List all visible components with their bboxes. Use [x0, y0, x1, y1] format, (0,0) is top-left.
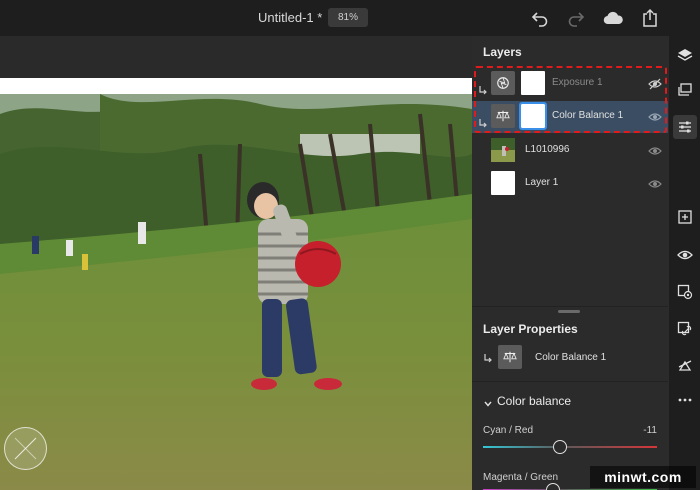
layers-panel-title: Layers — [483, 45, 522, 59]
more-icon[interactable] — [673, 388, 697, 412]
document-title[interactable]: Untitled-1 * — [258, 10, 322, 25]
eye-icon[interactable] — [648, 177, 662, 191]
section-divider — [472, 381, 668, 382]
clip-icon[interactable] — [673, 354, 697, 378]
layer-name: Layer 1 — [525, 177, 559, 188]
layer-thumbnail — [491, 171, 515, 195]
chevron-down-icon — [483, 396, 493, 407]
layers-icon[interactable] — [673, 43, 697, 67]
cyan-red-value[interactable]: -11 — [643, 425, 657, 436]
add-layer-icon[interactable] — [673, 205, 697, 229]
layer-properties-title: Layer Properties — [483, 322, 578, 336]
color-balance-section-header[interactable]: Color balance — [472, 394, 668, 410]
mask-visibility-icon[interactable] — [673, 280, 697, 304]
layer-stack-icon[interactable] — [673, 78, 697, 102]
canvas-area[interactable] — [0, 36, 472, 490]
cyan-red-slider-track[interactable] — [483, 446, 657, 448]
eye-icon[interactable] — [648, 144, 662, 158]
magenta-green-label: Magenta / Green — [483, 472, 559, 483]
watermark: minwt.com — [590, 466, 696, 488]
visibility-icon[interactable] — [673, 243, 697, 267]
canvas-document-edge — [0, 78, 472, 94]
clip-arrow-icon — [483, 350, 493, 363]
photo-thumbnail — [491, 138, 515, 162]
redo-icon[interactable] — [566, 8, 586, 28]
right-toolbar — [668, 36, 700, 490]
zoom-level[interactable]: 81% — [328, 8, 368, 27]
layer-row-photo[interactable]: L1010996 — [472, 135, 668, 167]
layer-name: L1010996 — [525, 144, 570, 155]
panel-divider — [472, 306, 668, 307]
panel-resize-handle[interactable] — [558, 310, 580, 313]
adjustments-icon[interactable] — [673, 115, 697, 139]
photo-layer-image[interactable] — [0, 94, 472, 490]
cyan-red-label: Cyan / Red — [483, 425, 534, 436]
undo-icon[interactable] — [530, 8, 550, 28]
link-icon[interactable] — [673, 317, 697, 341]
color-balance-title: Color balance — [497, 394, 572, 408]
cyan-red-slider-knob[interactable] — [553, 440, 568, 454]
cloud-icon[interactable] — [602, 8, 624, 28]
share-icon[interactable] — [640, 8, 660, 28]
color-balance-icon — [498, 345, 522, 369]
properties-layer-name: Color Balance 1 — [535, 352, 607, 363]
annotation-highlight-box — [474, 66, 667, 133]
top-bar: Untitled-1 * 81% — [0, 0, 700, 36]
magenta-green-slider-knob[interactable] — [545, 483, 560, 490]
touch-shortcut-icon[interactable] — [4, 427, 47, 470]
layer-properties-row: Color Balance 1 — [472, 342, 668, 374]
layer-row-layer1[interactable]: Layer 1 — [472, 168, 668, 200]
